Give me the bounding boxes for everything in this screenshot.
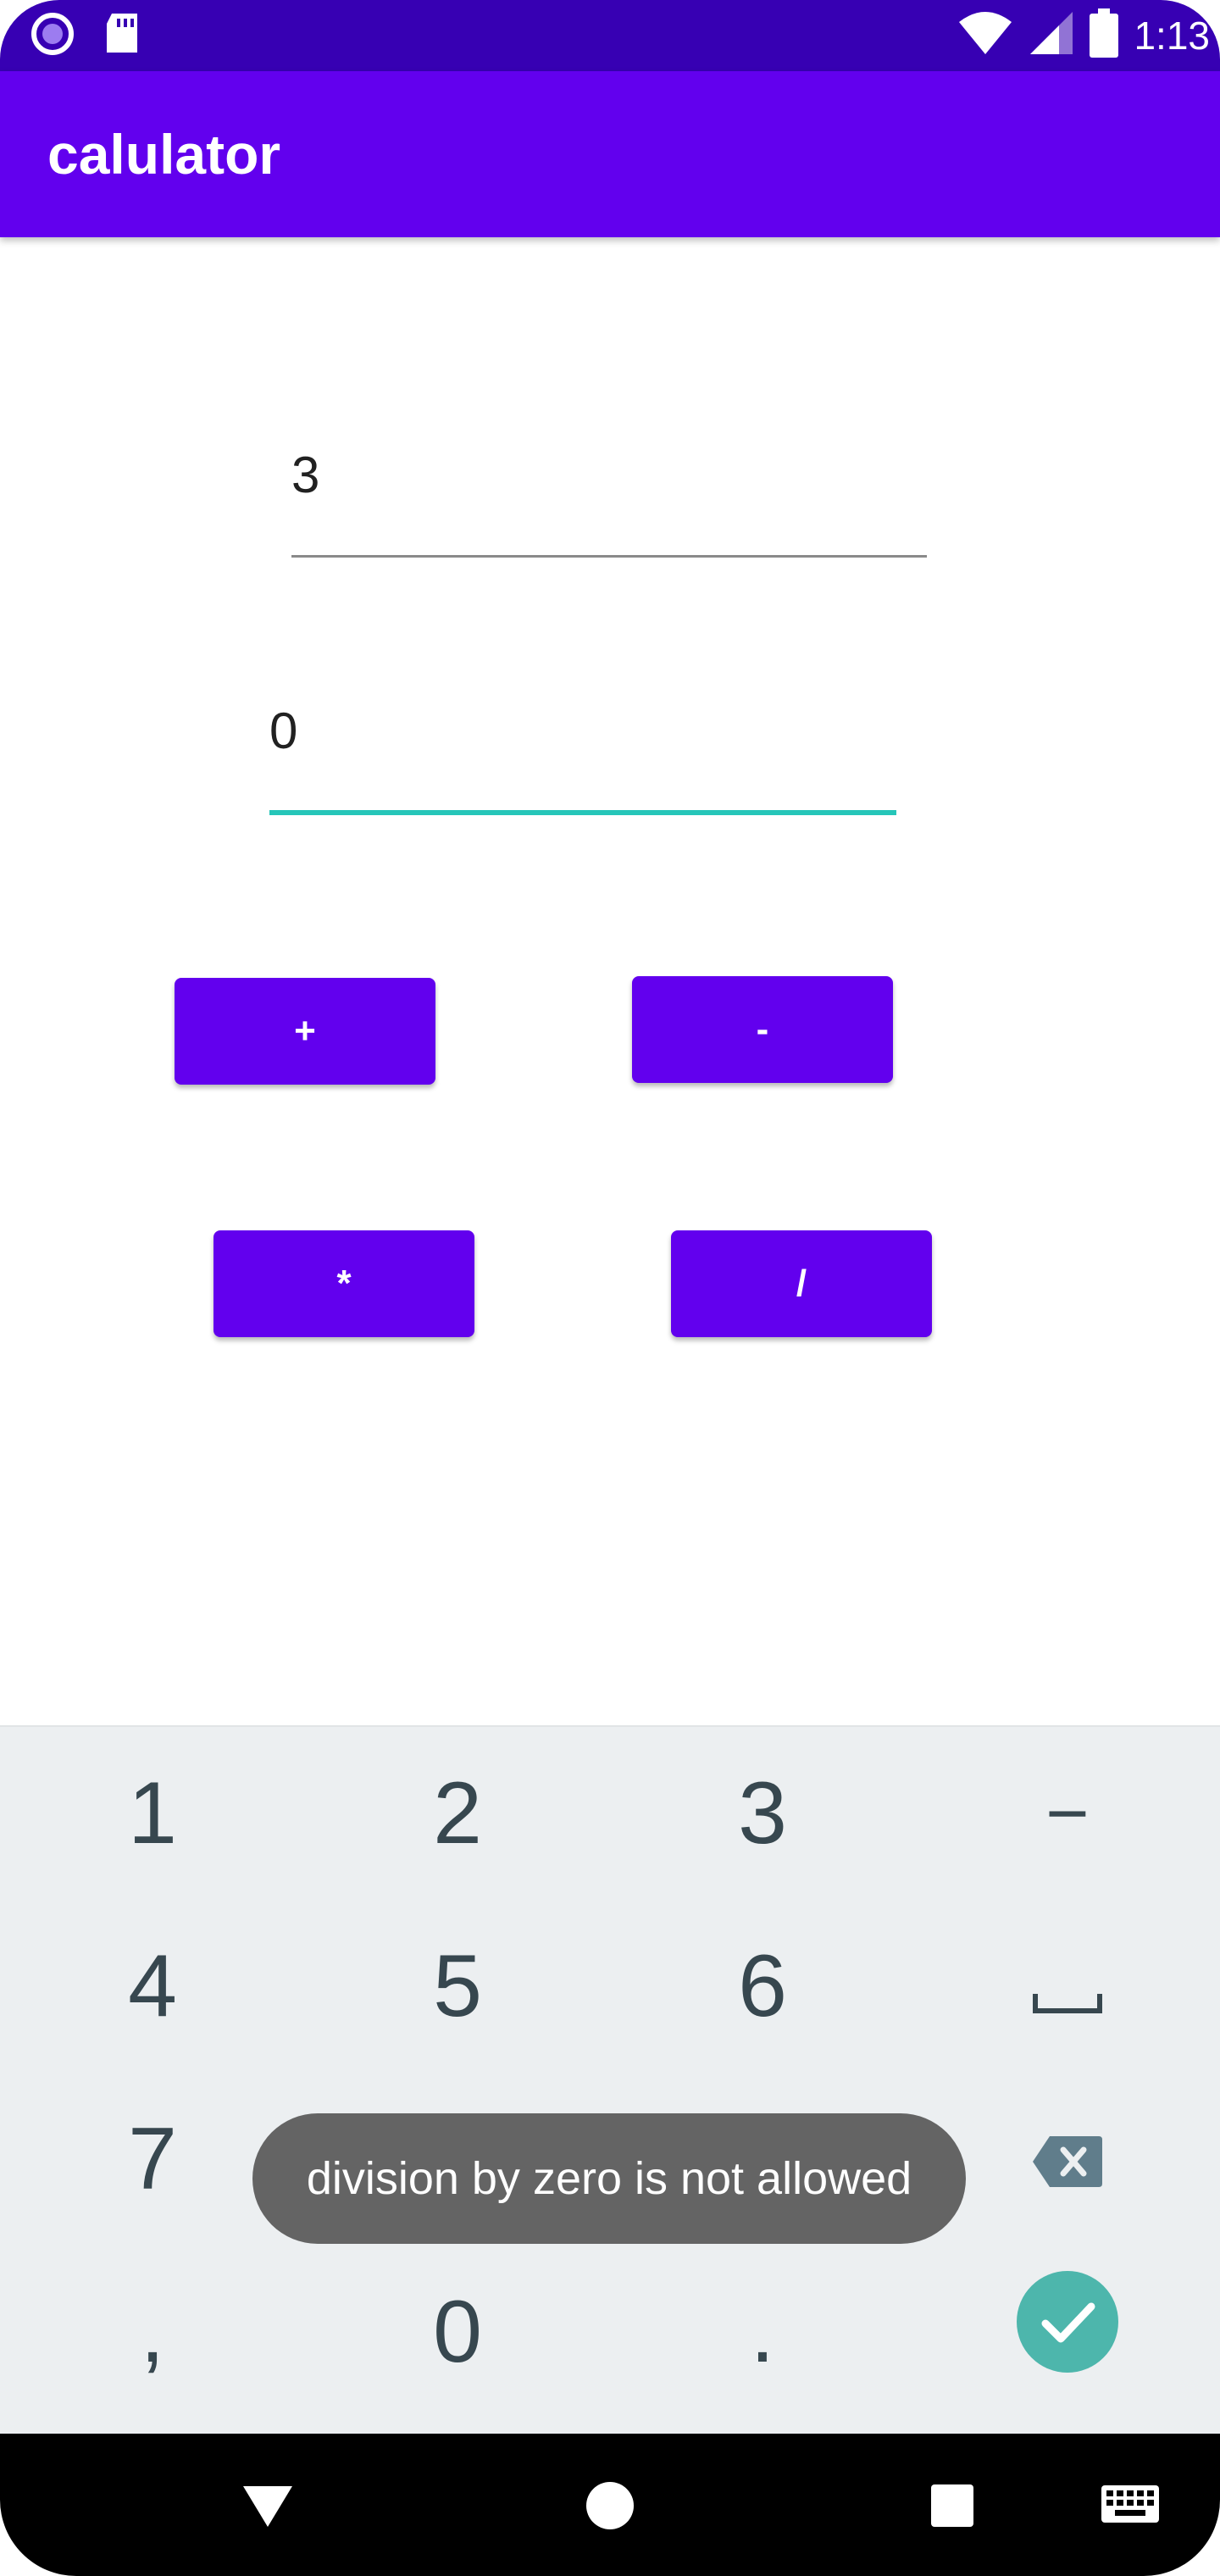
keyboard-icon[interactable] (1079, 2468, 1181, 2544)
done-icon (1015, 2269, 1120, 2396)
key-space[interactable] (915, 1900, 1220, 2073)
key-1[interactable]: 1 (0, 1727, 305, 1900)
add-button[interactable]: + (175, 978, 435, 1085)
key-comma[interactable]: , (0, 2246, 305, 2418)
key-4[interactable]: 4 (0, 1900, 305, 2073)
battery-icon (1090, 8, 1119, 62)
key-minus[interactable]: − (915, 1727, 1220, 1900)
key-0[interactable]: 0 (305, 2246, 610, 2418)
key-6[interactable]: 6 (610, 1900, 915, 2073)
back-icon[interactable] (217, 2468, 319, 2544)
backspace-icon (1031, 2109, 1104, 2210)
key-3[interactable]: 3 (610, 1727, 915, 1900)
app-title: calulator (47, 123, 281, 186)
multiply-button[interactable]: * (214, 1230, 474, 1337)
space-icon (1032, 1936, 1103, 2037)
cell-signal-icon (1029, 10, 1074, 60)
home-icon[interactable] (559, 2468, 661, 2544)
key-5[interactable]: 5 (305, 1900, 610, 2073)
first-number-underline (291, 555, 927, 558)
second-number-value: 0 (269, 702, 298, 759)
recents-icon[interactable] (901, 2468, 1003, 2544)
screen: 1:13 calulator 3 0 + - * / 1 2 3 − 4 5 6 (0, 0, 1220, 2576)
navigation-bar (0, 2434, 1220, 2576)
first-number-value: 3 (291, 447, 320, 503)
first-number-input[interactable]: 3 (291, 432, 927, 558)
key-2[interactable]: 2 (305, 1727, 610, 1900)
second-number-input[interactable]: 0 (269, 686, 896, 815)
key-period[interactable]: . (610, 2246, 915, 2418)
subtract-button[interactable]: - (632, 976, 893, 1083)
key-done[interactable] (915, 2246, 1220, 2418)
status-bar: 1:13 (0, 0, 1220, 71)
status-clock: 1:13 (1134, 13, 1210, 58)
app-notification-icon (30, 12, 75, 60)
second-number-underline (269, 810, 896, 815)
app-bar: calulator (0, 71, 1220, 237)
numeric-keyboard: 1 2 3 − 4 5 6 7 8 9 , 0 (0, 1725, 1220, 2434)
wifi-icon (957, 10, 1013, 60)
sd-card-icon (103, 12, 141, 60)
toast-message: division by zero is not allowed (252, 2113, 966, 2244)
divide-button[interactable]: / (671, 1230, 932, 1337)
